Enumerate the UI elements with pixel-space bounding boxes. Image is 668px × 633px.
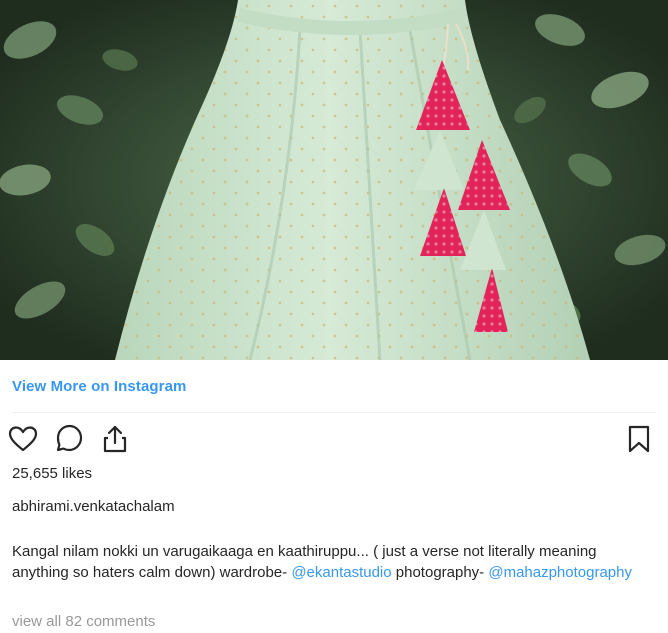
share-upload-icon — [103, 425, 127, 453]
likes-count[interactable]: 25,655 likes — [12, 465, 92, 482]
post-photo[interactable] — [0, 0, 668, 360]
view-all-comments-link[interactable]: view all 82 comments — [12, 613, 155, 630]
post-actions-bar — [8, 422, 656, 458]
like-button[interactable] — [8, 424, 40, 456]
post-image — [0, 0, 668, 360]
comment-button[interactable] — [54, 424, 86, 456]
bookmark-icon — [628, 425, 650, 453]
view-more-on-instagram-link[interactable]: View More on Instagram — [12, 378, 186, 395]
mention-link-ekantastudio[interactable]: @ekantastudio — [291, 564, 391, 581]
save-button[interactable] — [624, 424, 656, 456]
post-username[interactable]: abhirami.venkatachalam — [12, 498, 175, 515]
share-button[interactable] — [100, 424, 132, 456]
divider — [12, 412, 656, 413]
heart-outline-icon — [8, 426, 38, 452]
post-caption: Kangal nilam nokki un varugaikaaga en ka… — [12, 541, 642, 583]
speech-bubble-icon — [56, 424, 83, 452]
caption-text-photography: photography- — [391, 564, 489, 581]
mention-link-mahazphotography[interactable]: @mahazphotography — [488, 564, 632, 581]
